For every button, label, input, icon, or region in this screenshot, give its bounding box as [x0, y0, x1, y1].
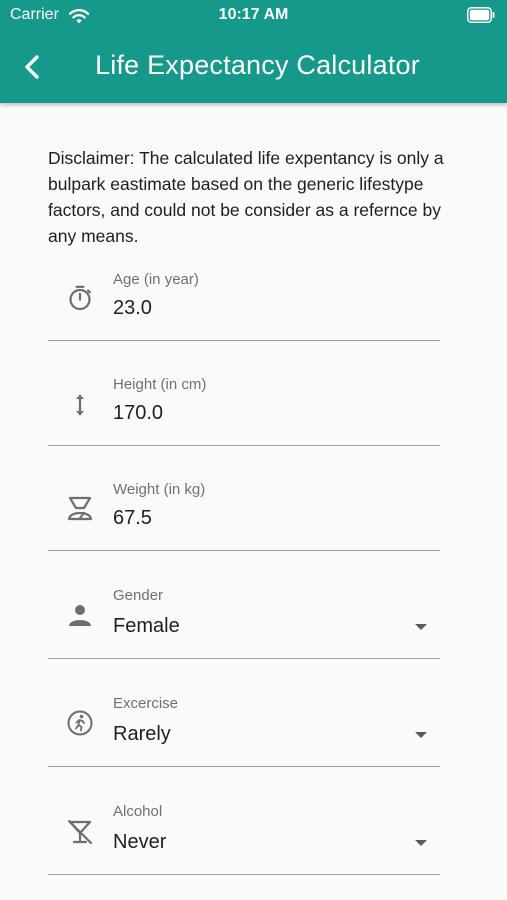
chevron-down-icon[interactable] — [415, 840, 427, 846]
exercise-value[interactable]: Rarely — [113, 723, 171, 746]
alcohol-dropdown[interactable]: Alcohol Never — [48, 793, 440, 875]
running-icon — [67, 710, 93, 736]
page-title: Life Expectancy Calculator — [95, 50, 420, 80]
weight-value[interactable]: 67.5 — [113, 507, 152, 530]
battery-icon — [467, 7, 495, 23]
height-value[interactable]: 170.0 — [113, 402, 163, 425]
height-field[interactable]: Height (in cm) 170.0 — [48, 367, 440, 446]
vertical-arrows-icon — [76, 394, 84, 416]
exercise-label: Excercise — [113, 695, 179, 712]
gender-label: Gender — [113, 587, 164, 604]
status-bar: Carrier 10:17 AM — [0, 0, 507, 32]
age-value[interactable]: 23.0 — [113, 297, 152, 320]
person-icon — [69, 605, 91, 626]
age-label: Age (in year) — [113, 271, 199, 288]
clock: 10:17 AM — [218, 6, 289, 23]
age-field[interactable]: Age (in year) 23.0 — [48, 262, 440, 341]
alcohol-value[interactable]: Never — [113, 831, 166, 854]
chevron-down-icon[interactable] — [415, 624, 427, 630]
timer-icon — [69, 285, 91, 311]
screen: Carrier 10:17 AM Life Expectancy Calcula… — [0, 0, 507, 900]
no-drinks-icon — [67, 819, 93, 845]
disclaimer-text: Disclaimer: The calculated life expentan… — [48, 148, 444, 246]
chevron-down-icon[interactable] — [415, 732, 427, 738]
app-bar: Carrier 10:17 AM Life Expectancy Calcula… — [0, 0, 507, 103]
weight-field[interactable]: Weight (in kg) 67.5 — [48, 472, 440, 551]
gender-value[interactable]: Female — [113, 615, 180, 638]
weight-label: Weight (in kg) — [113, 481, 206, 498]
alcohol-label: Alcohol — [113, 803, 163, 820]
gender-dropdown[interactable]: Gender Female — [48, 577, 440, 659]
scale-icon — [67, 496, 93, 521]
height-label: Height (in cm) — [113, 376, 207, 393]
exercise-dropdown[interactable]: Excercise Rarely — [48, 685, 440, 767]
